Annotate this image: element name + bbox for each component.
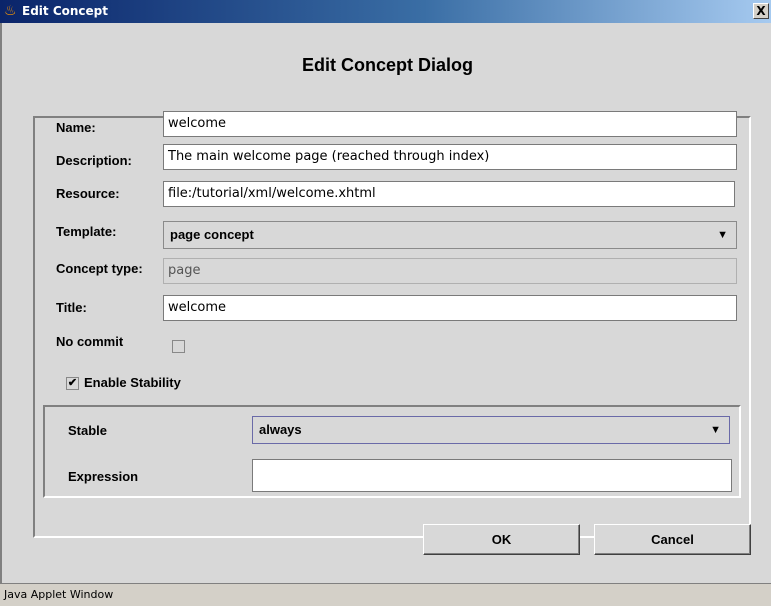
chevron-down-icon: ▼: [710, 424, 721, 436]
status-bar: Java Applet Window: [0, 583, 771, 606]
title-label: Title:: [56, 300, 87, 315]
ok-button[interactable]: OK: [423, 524, 580, 555]
stable-dropdown[interactable]: always ▼: [252, 416, 730, 444]
expression-field[interactable]: [252, 459, 732, 492]
edit-concept-window: ♨ Edit Concept X Edit Concept Dialog Nam…: [0, 0, 771, 606]
enable-stability-checkbox[interactable]: ✔: [66, 377, 79, 390]
template-dropdown[interactable]: page concept ▼: [163, 221, 737, 249]
chevron-down-icon: ▼: [717, 229, 728, 241]
java-cup-icon: ♨: [4, 3, 17, 19]
dialog-content: Edit Concept Dialog Name: welcome Descri…: [0, 23, 771, 583]
description-field[interactable]: The main welcome page (reached through i…: [163, 144, 737, 170]
name-field[interactable]: welcome: [163, 111, 737, 137]
stable-selected-value: always: [259, 422, 302, 437]
status-text: Java Applet Window: [4, 588, 114, 601]
cancel-button[interactable]: Cancel: [594, 524, 751, 555]
expression-label: Expression: [68, 469, 139, 484]
template-selected-value: page concept: [170, 227, 254, 242]
resource-field[interactable]: file:/tutorial/xml/welcome.xhtml: [163, 181, 735, 207]
enable-stability-label[interactable]: Enable Stability: [84, 375, 181, 390]
no-commit-label: No commit: [56, 334, 124, 349]
name-label: Name:: [56, 120, 96, 135]
concept-type-field: page: [163, 258, 737, 284]
concept-type-label: Concept type:: [56, 261, 143, 276]
title-field[interactable]: welcome: [163, 295, 737, 321]
close-button[interactable]: X: [753, 3, 769, 19]
template-label: Template:: [56, 224, 117, 239]
dialog-heading: Edit Concept Dialog: [302, 55, 473, 75]
no-commit-checkbox[interactable]: [172, 340, 185, 353]
description-label: Description:: [56, 153, 132, 168]
stable-label: Stable: [68, 423, 108, 438]
window-title: Edit Concept: [22, 4, 108, 18]
title-bar[interactable]: ♨ Edit Concept X: [0, 0, 771, 23]
resource-label: Resource:: [56, 186, 120, 201]
